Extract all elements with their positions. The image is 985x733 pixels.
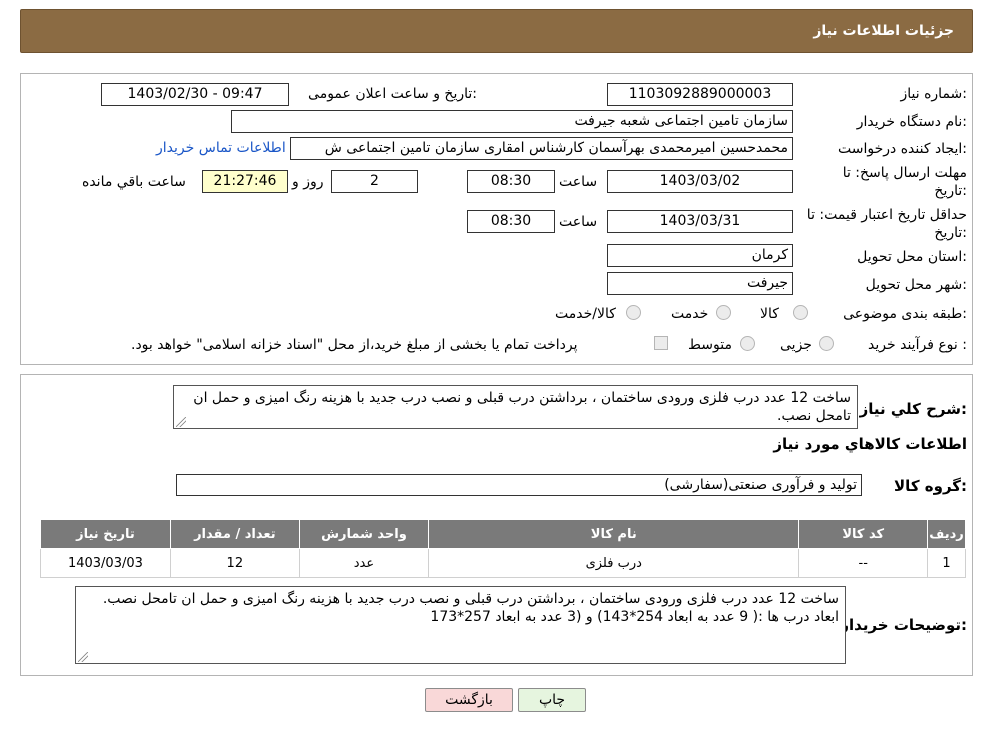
- remaining-label: ساعت باقي مانده: [82, 174, 186, 190]
- resize-grip-icon[interactable]: [176, 417, 186, 427]
- col-goods-name: نام کالا: [428, 519, 800, 549]
- category-radio-service[interactable]: [716, 305, 731, 320]
- summary-textarea[interactable]: ساخت 12 عدد درب فلزی ورودی ساختمان ، برد…: [173, 385, 858, 429]
- category-radio-goods-service[interactable]: [626, 305, 641, 320]
- col-quantity: تعداد / مقدار: [169, 519, 300, 549]
- need-number-label: شماره نیاز:: [900, 86, 967, 102]
- province-label: استان محل تحویل:: [857, 249, 967, 265]
- goods-table: رديف کد کالا نام کالا واحد شمارش تعداد /…: [40, 519, 966, 578]
- summary-text: ساخت 12 عدد درب فلزی ورودی ساختمان ، برد…: [193, 390, 851, 424]
- cell-row-number: 1: [927, 548, 966, 578]
- goods-group-label: گروه کالا:: [894, 477, 967, 495]
- buyer-org-field: سازمان تامین اجتماعی شعبه جیرفت: [231, 110, 793, 133]
- col-goods-code: کد کالا: [798, 519, 929, 549]
- process-radio-medium[interactable]: [740, 336, 755, 351]
- city-field: جیرفت: [607, 272, 793, 295]
- buyer-org-label: نام دستگاه خریدار:: [856, 114, 967, 130]
- resize-grip-icon[interactable]: [78, 652, 88, 662]
- goods-table-header: رديف کد کالا نام کالا واحد شمارش تعداد /…: [40, 519, 966, 549]
- process-option-minor: جزیی: [780, 337, 812, 353]
- validity-date-field: 1403/03/31: [607, 210, 793, 233]
- buyer-contact-link[interactable]: اطلاعات تماس خریدار: [156, 140, 286, 156]
- reply-time-field: 08:30: [467, 170, 555, 193]
- announce-label: تاریخ و ساعت اعلان عمومی:: [308, 86, 477, 102]
- buyer-notes-line-1: ساخت 12 عدد درب فلزی ورودی ساختمان ، برد…: [102, 591, 839, 607]
- reply-deadline-label-date: تاریخ:: [934, 183, 967, 199]
- creator-label: ایجاد کننده درخواست:: [838, 141, 967, 157]
- category-label: طبقه بندی موضوعی:: [843, 306, 967, 322]
- reply-deadline-label: مهلت ارسال پاسخ: تا: [842, 165, 967, 181]
- cell-goods-name: درب فلزی: [428, 548, 800, 578]
- goods-group-field: تولید و فرآوری صنعتی(سفارشی): [176, 474, 862, 496]
- city-label: شهر محل تحویل:: [865, 277, 967, 293]
- days-label: روز و: [292, 174, 324, 190]
- cell-need-date: 1403/03/03: [40, 548, 171, 578]
- category-option-service: خدمت: [671, 306, 709, 322]
- buyer-notes-line-2: ابعاد درب ها :( 9 عدد به ابعاد 254*143) …: [430, 609, 839, 625]
- province-field: کرمان: [607, 244, 793, 267]
- process-note: پرداخت تمام یا بخشی از مبلغ خرید،از محل …: [131, 337, 578, 353]
- col-need-date: تاریخ نیاز: [40, 519, 171, 549]
- col-row-number: رديف: [927, 519, 966, 549]
- validity-time-field: 08:30: [467, 210, 555, 233]
- validity-label: حداقل تاریخ اعتبار قیمت: تا: [806, 207, 967, 223]
- summary-label: شرح کلي نياز:: [859, 400, 967, 418]
- remaining-time-field: 21:27:46: [202, 170, 288, 193]
- validity-time-label: ساعت: [559, 214, 598, 230]
- validity-label-date: تاریخ:: [934, 225, 967, 241]
- back-button[interactable]: بازگشت: [425, 688, 513, 712]
- process-radio-minor[interactable]: [819, 336, 834, 351]
- page-title-bar: جزئیات اطلاعات نیاز: [20, 9, 973, 53]
- category-radio-goods[interactable]: [793, 305, 808, 320]
- table-row: 1 -- درب فلزی عدد 12 1403/03/03: [40, 548, 966, 578]
- print-button[interactable]: چاپ: [518, 688, 586, 712]
- announce-field: 1403/02/30 - 09:47: [101, 83, 289, 106]
- category-option-goods-service: کالا/خدمت: [555, 306, 616, 322]
- process-option-medium: متوسط: [688, 337, 732, 353]
- buyer-notes-textarea[interactable]: ساخت 12 عدد درب فلزی ورودی ساختمان ، برد…: [75, 586, 846, 664]
- creator-field: محمدحسین امیرمحمدی بهرآسمان کارشناس امقا…: [290, 137, 793, 160]
- col-unit: واحد شمارش: [298, 519, 430, 549]
- category-option-goods: کالا: [760, 306, 779, 322]
- buyer-notes-label: توضیحات خریدار:: [840, 616, 967, 634]
- cell-unit: عدد: [298, 548, 430, 578]
- goods-info-title: اطلاعات کالاهاي مورد نياز: [773, 435, 967, 453]
- process-note-checkbox-icon[interactable]: [654, 336, 668, 350]
- page-title: جزئیات اطلاعات نیاز: [813, 23, 954, 39]
- cell-quantity: 12: [169, 548, 300, 578]
- reply-time-label: ساعت: [559, 174, 598, 190]
- need-number-field: 1103092889000003: [607, 83, 793, 106]
- process-label: نوع فرآیند خرید :: [868, 337, 967, 353]
- days-field: 2: [331, 170, 418, 193]
- cell-goods-code: --: [798, 548, 929, 578]
- reply-date-field: 1403/03/02: [607, 170, 793, 193]
